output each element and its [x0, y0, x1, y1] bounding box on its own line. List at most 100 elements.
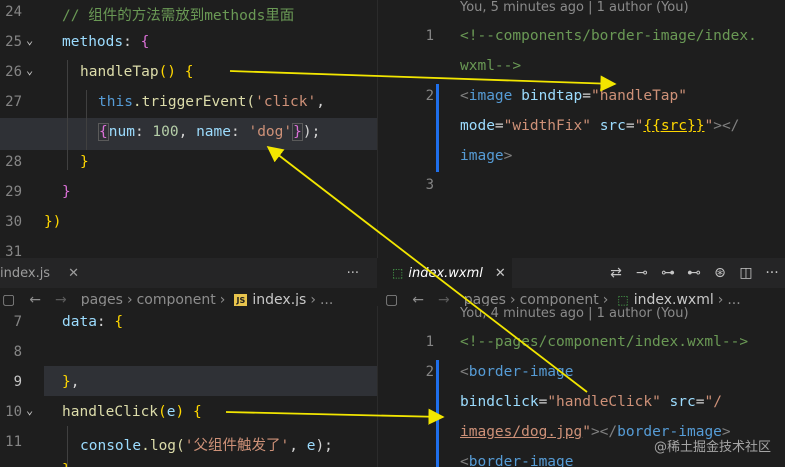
file-comment: <!--pages/component/index.wxml--> [460, 334, 749, 350]
line-number: 1 [425, 28, 434, 44]
line-number: 29 [5, 184, 22, 200]
num-key: num [108, 124, 135, 140]
wxml-file-icon: ⬚ [617, 293, 629, 307]
code-line: }) [44, 214, 62, 230]
code-line: } [80, 154, 89, 170]
file-comment-cont: wxml--> [460, 58, 522, 74]
code-line: {num: 100, name: 'dog'}); [98, 123, 321, 141]
chevron-down-icon[interactable]: ⌄ [26, 63, 33, 77]
line-number-gutter: 24 25 ⌄ 26 ⌄ 27 28 29 30 31 [0, 0, 40, 258]
bindtap-attr: bindtap [521, 88, 583, 104]
close-icon[interactable]: ✕ [495, 266, 506, 281]
git-commit-icon[interactable]: ⊸ [629, 262, 655, 284]
chevron-down-icon[interactable]: ⌄ [26, 403, 33, 417]
code-line: <border-image [460, 454, 574, 467]
bindclick-value: "handleClick" [547, 394, 661, 410]
compare-changes-icon[interactable]: ⇄ [603, 262, 629, 284]
line-number: 28 [5, 154, 22, 170]
line-number: 30 [5, 214, 22, 230]
log-call: .log( [141, 438, 185, 454]
src-attr: src [599, 118, 626, 134]
line-number: 25 [5, 34, 22, 50]
src-path: images/dog.jpg [460, 424, 583, 440]
line-number-gutter: 7 8 9 10 ⌄ 11 [0, 306, 40, 467]
indent-guide [67, 60, 68, 170]
line-number: 8 [13, 344, 22, 360]
line-number: 3 [425, 177, 434, 193]
indent-guide [67, 426, 68, 467]
log-string: '父组件触发了' [184, 438, 290, 454]
console-object: console [80, 438, 142, 454]
code-line: }, [62, 374, 80, 390]
handler-name: handleClick [62, 404, 159, 420]
codelens-blame[interactable]: You, 4 minutes ago | 1 author (You) [460, 306, 689, 321]
param: e [166, 404, 176, 420]
current-line-highlight [44, 366, 377, 396]
git-modified-marker [436, 84, 439, 172]
event-name-string: 'click' [255, 94, 317, 110]
tab-index-js[interactable]: index.js [0, 266, 50, 281]
line-number-gutter: 1 2 3 [378, 0, 434, 258]
close-icon[interactable]: ✕ [68, 266, 79, 281]
bindtap-value: "handleTap" [590, 88, 687, 104]
line-number: 10 [5, 404, 22, 420]
src-attr: src [669, 394, 696, 410]
toggle-blame-icon[interactable]: ⊛ [707, 262, 733, 284]
split-editor-icon[interactable]: ◫ [733, 262, 759, 284]
tab-index-wxml[interactable]: ⬚ index.wxml ✕ [377, 258, 512, 288]
tab-label: index.wxml [408, 265, 483, 281]
line-number: 31 [5, 244, 22, 258]
code-line: this.triggerEvent('click', [98, 94, 325, 110]
line-number: 1 [425, 334, 434, 350]
code-line: // 组件的方法需放到methods里面 [62, 4, 294, 25]
code-line: <!--pages/component/index.wxml--> [460, 334, 748, 350]
code-line: data: { [62, 314, 124, 330]
code-line: <image bindtap="handleTap" [460, 88, 687, 104]
line-number: 27 [5, 94, 22, 110]
code-line: } [62, 184, 71, 200]
name-key: name [196, 124, 231, 140]
code-line: <!--components/border-image/index. [460, 28, 757, 44]
code-line: handleTap() { [80, 64, 194, 80]
code-comment: // 组件的方法需放到methods里面 [62, 8, 295, 24]
chevron-down-icon[interactable]: ⌄ [26, 33, 33, 47]
top-left-editor[interactable]: 24 25 ⌄ 26 ⌄ 27 28 29 30 31 // 组件的方法需放到m… [0, 0, 377, 258]
mode-attr: mode [460, 118, 495, 134]
more-actions-icon[interactable]: ··· [759, 262, 785, 284]
code-line: methods: { [62, 34, 150, 50]
border-image-tag: border-image [468, 364, 574, 380]
top-right-editor[interactable]: You, 5 minutes ago | 1 author (You) 1 2 … [377, 0, 785, 258]
line-number: 7 [13, 314, 22, 330]
more-actions-icon[interactable]: ··· [347, 266, 359, 281]
previous-change-icon[interactable]: ⊶ [655, 262, 681, 284]
name-value: 'dog' [248, 124, 293, 140]
left-tab-bar: index.js ✕ ··· [0, 258, 377, 288]
num-value: 100 [152, 124, 179, 140]
code-line: <border-image [460, 364, 574, 380]
code-line: mode="widthFix" src="{{src}}"></ [460, 118, 740, 134]
wxml-file-icon: ⬚ [392, 266, 404, 280]
handler-name: handleTap [80, 64, 159, 80]
data-key: data [62, 314, 97, 330]
watermark: @稀土掘金技术社区 [653, 440, 771, 455]
src-expression: {{src}} [643, 118, 705, 134]
code-line: bindclick="handleClick" src="/ [460, 394, 722, 410]
code-line: image> [460, 148, 513, 164]
line-number: 11 [5, 434, 22, 450]
image-close-tag: image [460, 148, 504, 164]
code-line: handleClick(e) { [62, 404, 202, 420]
src-value-start: "/ [704, 394, 722, 410]
file-comment: <!--components/border-image/index. [460, 28, 757, 44]
mode-value: "widthFix" [503, 118, 591, 134]
line-number: 2 [425, 88, 434, 104]
line-number: 9 [13, 374, 22, 390]
image-tag: image [468, 88, 513, 104]
codelens-blame[interactable]: You, 5 minutes ago | 1 author (You) [460, 0, 689, 15]
border-image-tag: border-image [468, 454, 574, 467]
line-number: 2 [425, 364, 434, 380]
param: e [306, 438, 316, 454]
bottom-left-editor[interactable]: 7 8 9 10 ⌄ 11 data: { }, handleClick(e) … [0, 306, 377, 467]
code-line: console.log('父组件触发了', e); [80, 438, 333, 454]
editor-actions: ⇄ ⊸ ⊶ ⊷ ⊛ ◫ ··· [603, 262, 785, 284]
next-change-icon[interactable]: ⊷ [681, 262, 707, 284]
